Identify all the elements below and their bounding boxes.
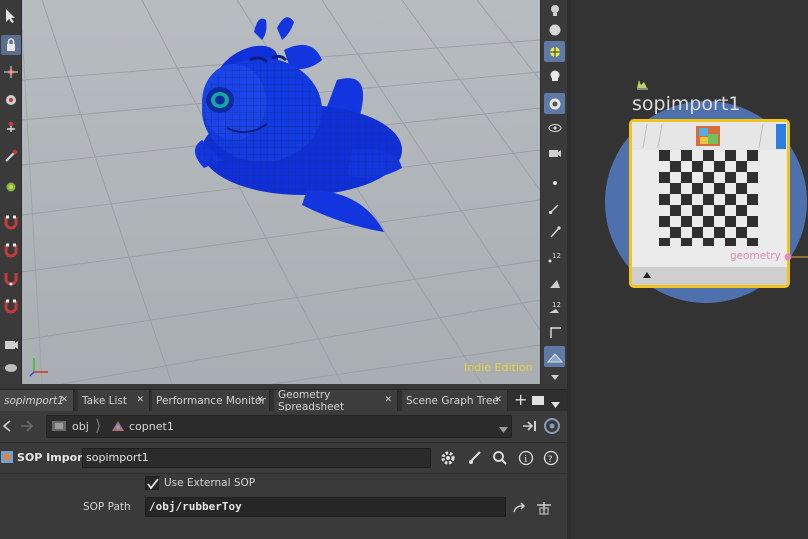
copnet-icon (111, 420, 125, 435)
tab-take-list[interactable]: Take List ✕ (78, 390, 150, 412)
tab-performance-monitor[interactable]: Performance Monitor ✕ (152, 390, 270, 412)
path-bar: obj ⟩ copnet1 (0, 411, 567, 443)
sop-path-field[interactable]: /obj/rubberToy (145, 497, 506, 517)
jump-icon[interactable] (510, 498, 530, 518)
path-dropdown-icon[interactable] (499, 423, 508, 436)
tab-geometry-spreadsheet[interactable]: Geometry Spreadsheet ✕ (274, 389, 398, 413)
maximize-pane-icon[interactable] (532, 396, 544, 405)
rotate-icon[interactable] (1, 90, 21, 110)
svg-text:12: 12 (552, 301, 561, 309)
light-bulb-icon[interactable] (544, 0, 565, 21)
toolbar-expand-icon[interactable] (544, 366, 565, 387)
rubber-toy-model (194, 17, 402, 232)
network-editor[interactable]: sopimport1 geometry (571, 0, 808, 539)
tab-sopimport1[interactable]: sopimport1 ✕ (0, 390, 74, 412)
pane-menu-icon[interactable] (551, 398, 560, 411)
primitive-normal-icon[interactable] (544, 272, 565, 293)
divider (0, 473, 567, 474)
add-tab-icon[interactable]: + (514, 392, 527, 408)
svg-text:12: 12 (552, 252, 561, 260)
edition-watermark: Indie Edition (464, 361, 533, 374)
scene-viewport[interactable]: Indie Edition (22, 0, 540, 384)
normal-display-icon[interactable] (544, 197, 565, 218)
close-icon[interactable]: ✕ (60, 395, 68, 405)
path-field[interactable]: obj ⟩ copnet1 (46, 415, 512, 438)
gear-icon[interactable] (438, 448, 458, 468)
use-external-checkbox[interactable] (145, 476, 159, 490)
camera-view-icon[interactable] (544, 142, 565, 163)
svg-text:i: i (524, 455, 527, 465)
brush-icon[interactable] (465, 448, 485, 468)
snap-grid-icon[interactable] (1, 296, 21, 316)
tab-scene-graph-tree[interactable]: Scene Graph Tree ✕ (402, 390, 508, 412)
check-icon (147, 478, 159, 490)
help-icon[interactable]: ? (541, 448, 561, 468)
parameter-pane: SOP Import sopimport1 i ? Use External S… (0, 444, 567, 539)
view-icon[interactable] (544, 117, 565, 138)
forward-icon[interactable] (20, 420, 34, 435)
back-icon[interactable] (2, 420, 12, 435)
transform-icon[interactable] (1, 62, 21, 82)
axis-gizmo (29, 358, 48, 377)
close-icon[interactable]: ✕ (256, 395, 264, 405)
node-title[interactable]: sopimport1 (632, 93, 740, 115)
sop-path-label: SOP Path (83, 501, 131, 513)
link-group-icon[interactable] (543, 417, 561, 438)
bone-icon[interactable] (1, 146, 21, 166)
light-icon[interactable] (1, 358, 21, 378)
shading-icon[interactable] (544, 19, 565, 40)
lock-icon[interactable] (1, 35, 21, 55)
node-chooser-icon[interactable] (534, 498, 554, 518)
info-icon[interactable]: i (516, 448, 536, 468)
node-name-field[interactable]: sopimport1 (82, 448, 431, 468)
node-type-label: SOP Import (17, 451, 88, 464)
point-display-icon[interactable] (544, 172, 565, 193)
paint-icon[interactable] (1, 176, 21, 196)
pin-icon[interactable] (522, 419, 538, 436)
close-icon[interactable]: ✕ (384, 395, 392, 405)
pose-icon[interactable] (1, 118, 21, 138)
camera-icon[interactable] (1, 334, 21, 354)
snap-point-icon[interactable] (1, 268, 21, 288)
magnet-icon[interactable] (1, 212, 21, 232)
svg-text:?: ? (548, 455, 553, 465)
close-icon[interactable]: ✕ (136, 395, 144, 405)
path-node[interactable]: copnet1 (129, 420, 174, 433)
pane-tab-bar: sopimport1 ✕ Take List ✕ Performance Mon… (0, 389, 567, 413)
path-root[interactable]: obj (72, 420, 89, 433)
snap-curve-icon[interactable] (1, 240, 21, 260)
primitive-numbers-icon[interactable]: 12 (544, 296, 565, 317)
ghost-icon[interactable] (544, 65, 565, 86)
vertex-normal-icon[interactable] (544, 221, 565, 242)
smooth-shading-icon[interactable] (544, 93, 565, 114)
sop-import-node-icon (0, 450, 14, 467)
use-external-label: Use External SOP (164, 477, 256, 489)
select-icon[interactable] (1, 6, 21, 26)
output-label: geometry (730, 250, 781, 262)
edge-icon[interactable] (544, 321, 565, 342)
point-numbers-icon[interactable]: 12 (544, 246, 565, 267)
left-toolbar (0, 0, 22, 384)
close-icon[interactable]: ✕ (494, 395, 502, 405)
node-graph (605, 80, 808, 303)
obj-icon (51, 419, 67, 436)
search-icon[interactable] (490, 448, 510, 468)
ground-grid-icon[interactable] (544, 346, 565, 367)
path-separator-icon: ⟩ (95, 416, 102, 435)
right-toolbar: 12 12 (540, 0, 567, 384)
show-handles-icon[interactable] (544, 41, 565, 62)
